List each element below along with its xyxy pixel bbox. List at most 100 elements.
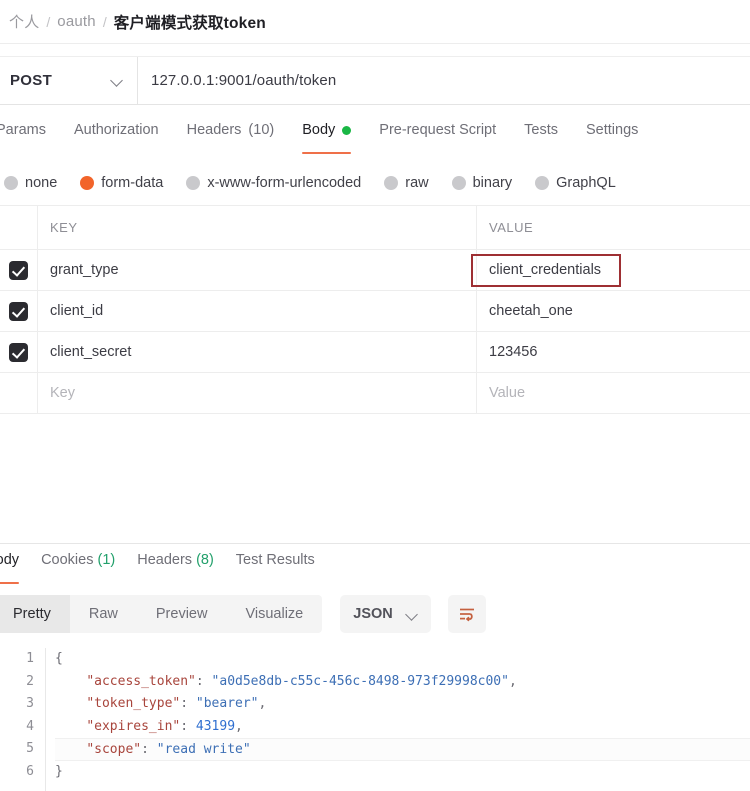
body-type-binary[interactable]: binary [451,175,513,191]
view-raw[interactable]: Raw [70,595,137,633]
checkbox-checked-icon[interactable] [9,260,28,280]
row-checkbox-cell[interactable] [0,291,38,331]
tab-settings[interactable]: Settings [586,118,652,156]
response-tab-cookies[interactable]: Cookies (1) [41,550,115,584]
json-colon: : [180,696,196,711]
tab-pre-request-script[interactable]: Pre-request Script [379,118,510,156]
response-tab-test-results[interactable]: Test Results [236,550,315,584]
body-type-urlencoded-label: x-www-form-urlencoded [207,175,362,191]
word-wrap-button[interactable] [447,595,486,633]
radio-icon [451,176,466,190]
tab-headers-count: (10) [248,122,275,138]
json-key: "scope" [86,742,142,757]
json-comma: , [258,696,267,711]
line-number: 3 [26,696,34,711]
json-value: "bearer" [195,696,259,711]
tab-headers[interactable]: Headers (10) [187,118,289,156]
body-type-binary-label: binary [472,175,513,191]
tab-body[interactable]: Body [302,118,365,156]
body-type-none-label: none [25,175,58,191]
response-tab-test-results-label: Test Results [235,552,315,568]
table-header-checkbox-cell [0,206,38,249]
chevron-down-icon [407,609,418,620]
form-data-table: KEY VALUE grant_type client_credentials … [0,205,750,414]
response-tab-body[interactable]: Body [0,550,20,584]
body-type-graphql[interactable]: GraphQL [535,175,616,191]
row-key-input[interactable]: client_secret [38,332,477,372]
body-type-none[interactable]: none [4,175,57,191]
line-number: 2 [26,673,34,689]
body-type-form-data[interactable]: form-data [80,175,163,191]
response-tab-headers-label: Headers [137,552,193,568]
table-row-empty: Key Value [0,373,750,414]
json-key: "token_type" [86,696,181,711]
table-row: grant_type client_credentials [0,250,750,291]
row-value-input[interactable]: client_credentials [471,250,750,290]
json-key: "access_token" [86,673,196,689]
radio-icon [186,176,201,190]
row-value-input[interactable]: 123456 [477,332,750,372]
breadcrumb-request-name[interactable]: 客户端模式获取token [114,11,266,33]
breadcrumb-separator-1: / [46,13,51,30]
tab-params-label: Params [0,122,46,138]
radio-icon [535,176,550,190]
tab-tests[interactable]: Tests [524,118,572,156]
table-row: client_secret 123456 [0,332,750,373]
row-key-input[interactable]: grant_type [38,250,477,290]
body-type-x-www-form-urlencoded[interactable]: x-www-form-urlencoded [186,175,361,191]
url-input[interactable]: 127.0.0.1:9001/oauth/token [138,57,750,104]
json-value: 43199 [195,718,236,734]
new-row-value-input[interactable]: Value [477,373,750,413]
table-header-row: KEY VALUE [0,206,750,250]
response-language-label: JSON [353,606,393,622]
row-checkbox-cell[interactable] [0,373,38,413]
http-method-selector[interactable]: POST [0,57,138,104]
line-number-gutter: 1 2 3 4 5 6 [0,648,46,791]
response-body-code[interactable]: 1 2 3 4 5 6 { "access_token": "a0d5e8db-… [0,648,750,791]
tab-settings-label: Settings [585,122,639,138]
code-line-2: "access_token": "a0d5e8db-c55c-456c-8498… [55,671,750,694]
tab-params[interactable]: Params [0,118,60,156]
radio-icon [384,176,399,190]
response-format-toolbar: Pretty Raw Preview Visualize JSON [0,594,750,634]
body-type-graphql-label: GraphQL [556,175,616,191]
row-key-input[interactable]: client_id [38,291,477,331]
checkbox-checked-icon[interactable] [9,301,28,321]
response-language-selector[interactable]: JSON [340,595,431,633]
tab-underline [0,581,20,584]
new-row-key-input[interactable]: Key [38,373,477,413]
json-value: "read write" [156,742,251,757]
row-checkbox-cell[interactable] [0,250,38,290]
response-panel-divider[interactable] [0,543,750,544]
checkbox-checked-icon[interactable] [9,342,28,362]
response-tab-headers[interactable]: Headers (8) [137,550,214,584]
view-visualize[interactable]: Visualize [226,595,322,633]
response-view-switcher: Pretty Raw Preview Visualize [0,595,323,633]
breadcrumb-workspace[interactable]: 个人 [9,11,39,32]
json-colon: : [180,718,196,734]
body-type-raw[interactable]: raw [384,175,429,191]
view-pretty[interactable]: Pretty [0,595,70,633]
row-value-input[interactable]: cheetah_one [477,291,750,331]
body-type-radio-group: none form-data x-www-form-urlencoded raw… [0,166,750,200]
code-line-5: "scope": "read write" [55,738,750,761]
http-method-label: POST [10,72,53,89]
tab-headers-label: Headers [186,122,242,138]
column-header-value: VALUE [489,220,534,235]
row-checkbox-cell[interactable] [0,332,38,372]
tab-authorization[interactable]: Authorization [74,118,173,156]
url-bar: POST 127.0.0.1:9001/oauth/token [0,56,750,105]
json-comma: , [235,718,243,734]
response-tab-body-label: Body [0,552,20,568]
breadcrumb-collection[interactable]: oauth [57,13,96,30]
view-preview[interactable]: Preview [137,595,227,633]
line-number: 4 [26,718,34,734]
green-dot-icon [342,125,352,135]
json-brace-close: } [55,763,63,779]
table-row: client_id cheetah_one [0,291,750,332]
postman-request-response-view: 个人 / oauth / 客户端模式获取token POST 127.0.0.1… [0,0,750,791]
radio-selected-icon [80,176,95,190]
breadcrumb: 个人 / oauth / 客户端模式获取token [0,0,750,44]
